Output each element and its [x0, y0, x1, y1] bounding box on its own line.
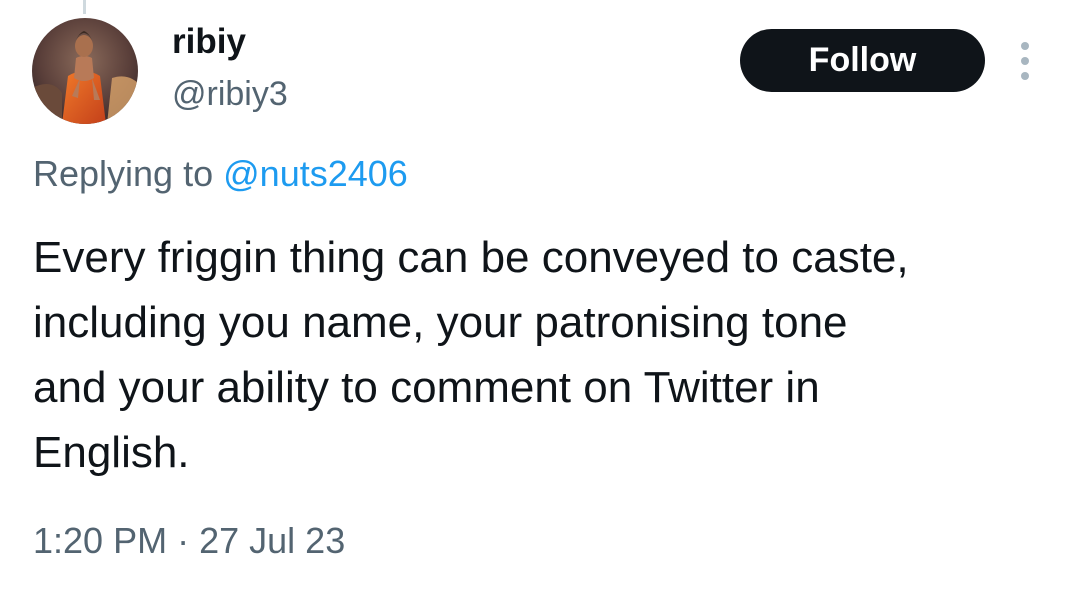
timestamp-separator: · [177, 520, 190, 561]
reply-mention-link[interactable]: @nuts2406 [223, 153, 408, 194]
vertical-ellipsis-icon [1021, 42, 1029, 50]
author-display-name[interactable]: ribiy [172, 20, 246, 64]
vertical-ellipsis-icon [1021, 57, 1029, 65]
author-handle[interactable]: @ribiy3 [172, 72, 288, 116]
replying-to-prefix: Replying to [33, 153, 214, 194]
thread-connector-line [83, 0, 86, 14]
tweet-timestamp: 1:20 PM · 27 Jul 23 [33, 518, 345, 564]
vertical-ellipsis-icon [1021, 72, 1029, 80]
avatar[interactable] [32, 18, 138, 124]
tweet-text-line: Every friggin thing can be conveyed to c… [33, 233, 909, 282]
tweet-text-line: English. [33, 428, 190, 477]
tweet-date[interactable]: 27 Jul 23 [199, 520, 345, 561]
avatar-image [32, 18, 138, 124]
tweet-time[interactable]: 1:20 PM [33, 520, 167, 561]
follow-button[interactable]: Follow [740, 29, 985, 92]
tweet-text-line: and your ability to comment on Twitter i… [33, 363, 820, 412]
tweet-text: Every friggin thing can be conveyed to c… [33, 225, 1063, 485]
replying-to: Replying to @nuts2406 [33, 152, 408, 196]
tweet-text-line: including you name, your patronising ton… [33, 298, 848, 347]
more-options-button[interactable] [1010, 40, 1040, 82]
